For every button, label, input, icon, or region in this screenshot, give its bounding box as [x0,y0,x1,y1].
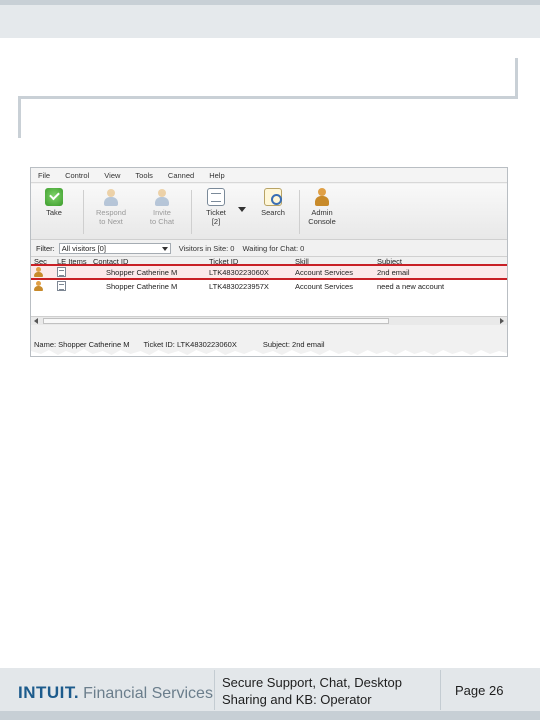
operator-console-screenshot: File Control View Tools Canned Help Take… [30,167,508,357]
footer-title-line-1: Secure Support, Chat, Desktop [222,675,402,690]
check-icon [45,188,63,206]
table-row[interactable]: Shopper Catherine M LTK4830223957X Accou… [31,280,507,292]
column-header-ticket-id[interactable]: Ticket ID [209,257,238,266]
visitor-icon [33,267,43,277]
toolbar-separator [83,190,84,234]
chevron-down-icon [161,246,168,251]
menu-help[interactable]: Help [209,171,224,180]
visitors-in-site-count: Visitors in Site: 0 [178,243,235,253]
visitor-icon [33,281,43,291]
ticket-icon [207,188,225,206]
respond-to-next-button[interactable]: Respond to Next [86,188,136,226]
horizontal-scrollbar[interactable] [31,316,507,325]
skill-cell: Account Services [295,268,353,277]
grid-header: Sec LE Items Contact ID Ticket ID Skill … [31,257,507,266]
menu-control[interactable]: Control [65,171,89,180]
take-button[interactable]: Take [31,188,79,217]
intuit-logo: INTUIT. Financial Services [18,683,213,703]
subject-cell: 2nd email [377,268,410,277]
footer-title-line-2: Sharing and KB: Operator [222,692,372,707]
title-bracket-horizontal [18,96,518,99]
logo-financial-services-text: Financial Services [83,685,213,702]
skill-cell: Account Services [295,282,353,291]
menu-file[interactable]: File [38,171,50,180]
top-header-band [0,0,540,38]
ticket-button[interactable]: Ticket [2] [191,188,241,226]
filter-label: Filter: [36,243,55,253]
invite-person-icon [153,188,171,206]
search-button[interactable]: Search [248,188,298,217]
contact-cell: Shopper Catherine M [106,268,178,277]
menu-canned[interactable]: Canned [168,171,194,180]
page-number: Page 26 [455,683,504,698]
scroll-left-icon[interactable] [34,318,38,324]
filter-selected-value: All visitors [0] [61,243,106,253]
column-header-subject[interactable]: Subject [377,257,402,266]
scroll-right-icon[interactable] [500,318,504,324]
footer-title: Secure Support, Chat, Desktop Sharing an… [222,674,432,708]
person-icon [102,188,120,206]
footer-line [0,711,540,720]
visitor-grid: Sec LE Items Contact ID Ticket ID Skill … [31,256,507,316]
contact-cell: Shopper Catherine M [106,282,178,291]
column-header-contact-id[interactable]: Contact ID [93,257,128,266]
subject-cell: need a new account [377,282,445,291]
waiting-for-chat-count: Waiting for Chat: 0 [242,243,305,253]
top-header-line [0,0,540,5]
search-icon [264,188,282,206]
menu-bar: File Control View Tools Canned Help [31,168,507,183]
invite-to-chat-button[interactable]: Invite to Chat [137,188,187,226]
title-bracket-right [515,58,518,99]
title-bracket-left [18,96,21,138]
column-header-sec[interactable]: Sec [34,257,47,266]
logo-intuit-text: INTUIT. [18,683,80,702]
footer-divider [440,670,441,710]
footer-divider [214,670,215,710]
document-icon [57,267,66,277]
ticket-dropdown-arrow-icon[interactable] [238,207,246,212]
menu-tools[interactable]: Tools [135,171,153,180]
admin-console-button[interactable]: Admin Console [297,188,347,226]
menu-view[interactable]: View [104,171,120,180]
document-icon [57,281,66,291]
table-row-selected[interactable]: Shopper Catherine M LTK4830223060X Accou… [31,264,507,280]
toolbar: Take Respond to Next Invite to Chat Tick… [31,184,507,240]
filter-bar: Filter: All visitors [0] Visitors in Sit… [31,241,507,255]
column-header-skill[interactable]: Skill [295,257,309,266]
column-header-le-items[interactable]: LE Items [57,257,87,266]
scrollbar-thumb[interactable] [43,318,389,324]
ticket-id-cell: LTK4830223957X [209,282,269,291]
ticket-id-cell: LTK4830223060X [209,268,269,277]
admin-icon [313,188,331,206]
torn-edge [31,349,507,356]
filter-select[interactable]: All visitors [0] [58,242,171,254]
